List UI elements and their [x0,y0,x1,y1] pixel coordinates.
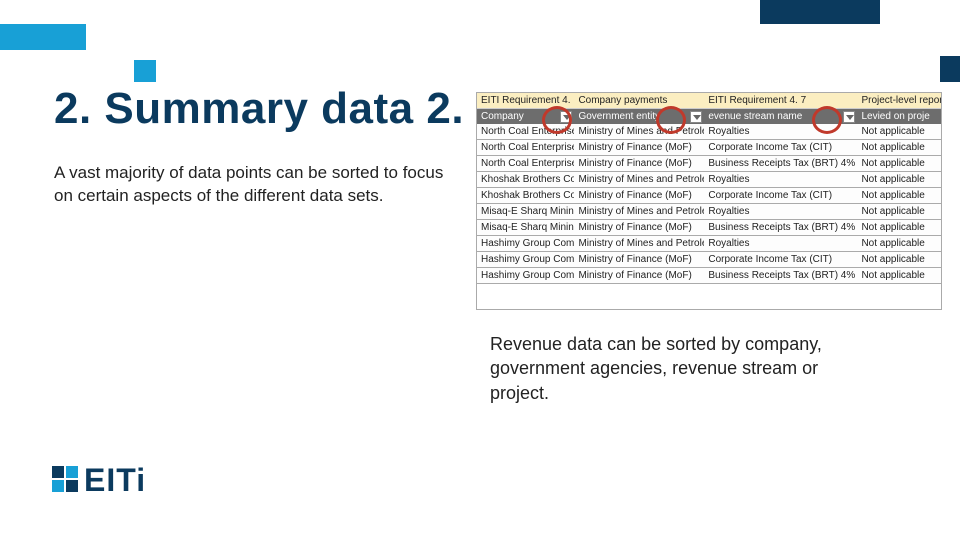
table-cell: Business Receipts Tax (BRT) 4% [704,156,857,172]
table-cell: North Coal Enterprise [477,140,574,156]
table-cell: Ministry of Mines and Petroleu [574,204,704,220]
topband-cell: Company payments [574,93,704,109]
table-cell: Royalties [704,124,857,140]
logo-square [66,480,78,492]
header-label: Levied on proje [861,111,929,122]
table-cell: Not applicable [857,188,941,204]
decor-bar-cyan-top [0,24,86,50]
dropdown-icon[interactable] [560,111,572,123]
table-cell: Business Receipts Tax (BRT) 4% [704,268,857,284]
logo-square [66,466,78,478]
decor-square-cyan [134,60,156,82]
table-cell: Not applicable [857,252,941,268]
table-cell: Not applicable [857,204,941,220]
table-cell: North Coal Enterprise [477,156,574,172]
table-header-row: Company Government entity evenue stream … [477,109,941,125]
table-row: North Coal EnterpriseMinistry of Mines a… [477,124,941,140]
table-cell: Ministry of Finance (MoF) [574,156,704,172]
table-cell: Ministry of Finance (MoF) [574,220,704,236]
table-cell: Misaq-E Sharq Mining [477,220,574,236]
slide-title: 2. Summary data 2. 0 [54,84,502,134]
table-cell: Corporate Income Tax (CIT) [704,252,857,268]
table-cell: Corporate Income Tax (CIT) [704,188,857,204]
slide: 2. Summary data 2. 0 A vast majority of … [0,0,960,540]
table-cell: Not applicable [857,268,941,284]
table-cell: Royalties [704,236,857,252]
table-cell: Ministry of Mines and Petroleu [574,172,704,188]
table-cell: Not applicable [857,156,941,172]
table-cell: Misaq-E Sharq Mining [477,204,574,220]
table-row: Misaq-E Sharq MiningMinistry of Finance … [477,220,941,236]
dropdown-icon[interactable] [690,111,702,123]
table-cell: Not applicable [857,124,941,140]
table-cell: Khoshak Brothers Con [477,172,574,188]
column-header-company[interactable]: Company [477,109,574,125]
table-cell: Ministry of Finance (MoF) [574,252,704,268]
table-cell: Ministry of Finance (MoF) [574,188,704,204]
eiti-logo: EITi [52,466,172,510]
topband-cell: EITI Requirement 4. 7 [704,93,857,109]
column-header-entity[interactable]: Government entity [574,109,704,125]
table-cell: Not applicable [857,172,941,188]
table-cell: Royalties [704,204,857,220]
decor-bar-navy-right [940,56,960,82]
table-row: Khoshak Brothers ConMinistry of Mines an… [477,172,941,188]
table-cell: Hashimy Group Comp [477,268,574,284]
slide-body: A vast majority of data points can be so… [54,162,454,208]
logo-square [52,480,64,492]
topband-cell: Project-level reporting [857,93,941,109]
decor-bar-navy-top [760,0,880,24]
header-label: Government entity [578,111,660,122]
table-cell: Hashimy Group Comp [477,252,574,268]
table-cell: Royalties [704,172,857,188]
table-cell: Ministry of Finance (MoF) [574,268,704,284]
data-table: EITI Requirement 4. 1. c Company payment… [476,92,942,310]
table-cell: Not applicable [857,140,941,156]
table-row: Hashimy Group CompMinistry of Finance (M… [477,268,941,284]
table-cell: Ministry of Mines and Petroleu [574,124,704,140]
table-cell: Not applicable [857,220,941,236]
table-cell: Ministry of Mines and Petroleu [574,236,704,252]
table-row: North Coal EnterpriseMinistry of Finance… [477,140,941,156]
header-label: Company [481,111,524,122]
table-topband: EITI Requirement 4. 1. c Company payment… [477,93,941,109]
table-row: Khoshak Brothers ConMinistry of Finance … [477,188,941,204]
dropdown-icon[interactable] [843,111,855,123]
table-row: North Coal EnterpriseMinistry of Finance… [477,156,941,172]
table-cell: Ministry of Finance (MoF) [574,140,704,156]
column-header-stream[interactable]: evenue stream name [704,109,857,125]
table-cell: Not applicable [857,236,941,252]
table-row: Misaq-E Sharq MiningMinistry of Mines an… [477,204,941,220]
logo-text: EITi [84,462,146,499]
table-cell: North Coal Enterprise [477,124,574,140]
table-cell: Hashimy Group Comp [477,236,574,252]
column-header-project[interactable]: Levied on proje [857,109,941,125]
table-cell: Business Receipts Tax (BRT) 4% [704,220,857,236]
header-label: evenue stream name [708,111,802,122]
table-cell: Corporate Income Tax (CIT) [704,140,857,156]
table-row: Hashimy Group CompMinistry of Finance (M… [477,252,941,268]
table-cell: Khoshak Brothers Con [477,188,574,204]
logo-square [52,466,64,478]
table-row: Hashimy Group CompMinistry of Mines and … [477,236,941,252]
topband-cell: EITI Requirement 4. 1. c [477,93,574,109]
caption-text: Revenue data can be sorted by company, g… [490,332,870,405]
